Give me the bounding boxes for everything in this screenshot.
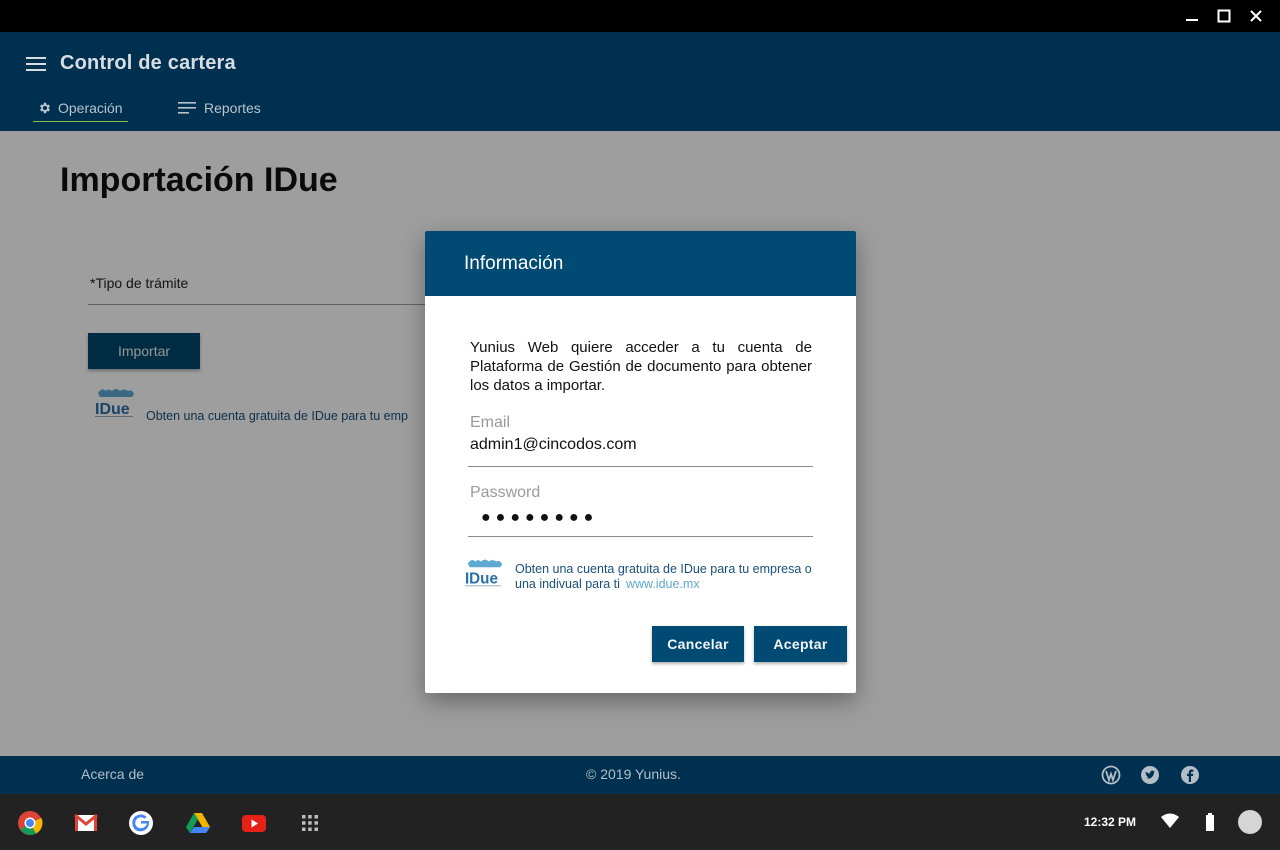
twitter-icon[interactable] <box>1140 765 1160 785</box>
app-title: Control de cartera <box>60 52 236 74</box>
svg-text:IDue: IDue <box>465 570 498 587</box>
maximize-icon[interactable] <box>1214 6 1234 26</box>
launcher-icon[interactable] <box>297 810 323 836</box>
wifi-icon[interactable] <box>1160 812 1180 830</box>
about-link[interactable]: Acerca de <box>81 766 144 782</box>
facebook-icon[interactable] <box>1180 765 1200 785</box>
battery-icon[interactable] <box>1204 812 1216 832</box>
email-underline <box>468 466 813 467</box>
gmail-icon[interactable] <box>73 810 99 836</box>
copyright-text: © 2019 Yunius. <box>586 766 681 782</box>
dialog-promo: Obten una cuenta gratuita de IDue para t… <box>515 562 815 592</box>
information-dialog: Información Yunius Web quiere acceder a … <box>425 231 856 693</box>
cancel-button[interactable]: Cancelar <box>652 626 744 662</box>
clock[interactable]: 12:32 PM <box>1084 815 1136 829</box>
password-field[interactable]: ●●●●●●●● <box>481 509 598 527</box>
gear-icon <box>39 102 51 113</box>
chrome-icon[interactable] <box>17 810 43 836</box>
idue-link[interactable]: www.idue.mx <box>626 577 700 591</box>
hamburger-menu-icon[interactable] <box>26 56 46 72</box>
password-underline <box>468 536 813 537</box>
youtube-icon[interactable] <box>241 810 267 836</box>
dialog-title: Información <box>464 253 564 274</box>
list-icon <box>178 102 196 114</box>
footer: Acerca de © 2019 Yunius. <box>0 756 1280 794</box>
minimize-icon[interactable] <box>1182 6 1202 26</box>
idue-logo: IDue <box>464 554 504 595</box>
app-header: Control de cartera Operación Reportes <box>0 32 1280 131</box>
dialog-header: Información <box>425 231 856 296</box>
tab-operacion[interactable]: Operación <box>33 94 128 122</box>
email-label: Email <box>470 414 511 431</box>
password-label: Password <box>470 484 541 501</box>
dialog-message: Yunius Web quiere acceder a tu cuenta de… <box>470 339 812 394</box>
email-field[interactable]: admin1@cincodos.com <box>470 436 637 454</box>
tab-reportes-label: Reportes <box>204 100 261 116</box>
accept-button[interactable]: Aceptar <box>754 626 847 662</box>
close-icon[interactable] <box>1246 6 1266 26</box>
window-titlebar <box>0 0 1280 32</box>
tab-reportes[interactable]: Reportes <box>178 94 278 122</box>
taskbar: 12:32 PM <box>0 794 1280 850</box>
drive-icon[interactable] <box>185 810 211 836</box>
avatar[interactable] <box>1238 810 1262 834</box>
tab-operacion-label: Operación <box>58 99 123 116</box>
google-icon[interactable] <box>128 810 154 836</box>
wordpress-icon[interactable] <box>1101 765 1121 785</box>
